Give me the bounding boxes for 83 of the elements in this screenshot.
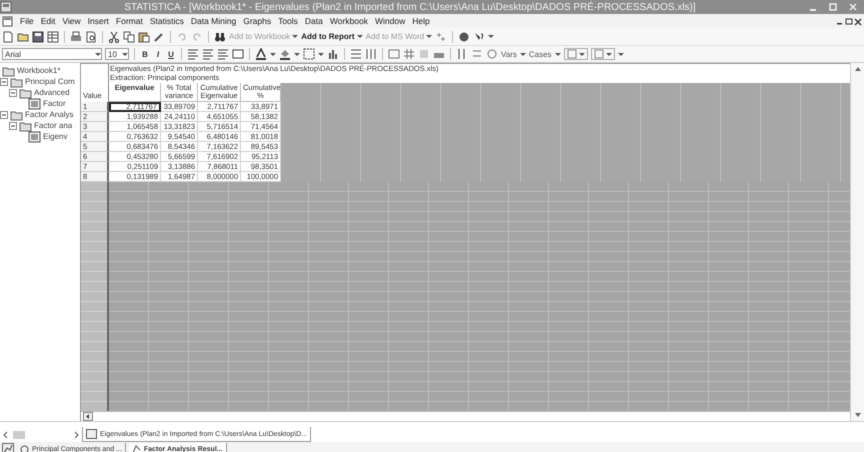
scroll-left-icon[interactable] [83, 412, 93, 421]
menu-item[interactable]: Edit [40, 16, 56, 26]
folder-icon[interactable] [19, 120, 32, 132]
menu-item[interactable]: View [62, 16, 81, 26]
collapse-icon[interactable] [9, 88, 17, 96]
chart-icon[interactable] [2, 443, 14, 452]
size-field[interactable]: 10 [105, 48, 129, 60]
cases-button[interactable]: Cases [528, 50, 552, 58]
border-icon[interactable] [303, 48, 315, 60]
caret-icon[interactable] [356, 34, 363, 39]
folder-icon[interactable] [10, 76, 23, 88]
menu-item[interactable]: Workbook [330, 16, 368, 26]
toolbar-button[interactable]: Add to Report [301, 32, 363, 41]
menu-item[interactable]: Format [116, 16, 143, 26]
menu-item[interactable]: Graphs [243, 16, 272, 26]
scroll-up-icon[interactable] [854, 65, 862, 73]
window-title: STATISTICA - [Workbook1* - Eigenvalues (Plan2 in Imported from C:\Users\Ana Lu\Desktop\DADOS PRÉ-PROCESSADOS.xls)] [123, 2, 697, 12]
close-icon[interactable] [854, 16, 862, 26]
menu-item[interactable]: Statistics [150, 16, 184, 26]
new-document-icon[interactable] [2, 30, 14, 42]
tree-item[interactable]: Factor [43, 99, 66, 108]
open-folder-icon[interactable] [17, 30, 29, 42]
dropdown-icon[interactable] [122, 52, 128, 56]
style-button[interactable]: U [166, 50, 176, 58]
dropdown-icon[interactable] [606, 52, 612, 56]
tree-item[interactable]: Principal Com [25, 77, 75, 86]
chart-icon[interactable] [327, 48, 339, 60]
tree-item[interactable]: Eigenv [43, 132, 68, 141]
menu-item[interactable]: Tools [278, 16, 298, 26]
folder-icon[interactable] [10, 108, 23, 120]
style-button[interactable]: B [140, 50, 150, 58]
scroll-left-icon[interactable] [2, 430, 9, 438]
collapse-icon[interactable] [9, 122, 17, 130]
more-icon[interactable] [488, 34, 494, 39]
menu-item[interactable]: Insert [88, 16, 109, 26]
style-button[interactable]: I [153, 50, 163, 58]
dropdown-field[interactable] [564, 48, 588, 60]
binoculars-icon[interactable] [214, 30, 226, 42]
fill-color-icon[interactable] [279, 48, 291, 60]
more-icon[interactable] [618, 52, 624, 56]
font-field[interactable]: Arial [2, 48, 102, 60]
dropdown-icon[interactable] [95, 52, 101, 56]
grid-icon[interactable] [403, 48, 415, 60]
print-preview-icon[interactable] [85, 30, 97, 42]
menu-item[interactable]: Help [412, 16, 430, 26]
menu-item[interactable]: File [20, 16, 34, 26]
menu-item[interactable]: Window [375, 16, 406, 26]
tree-item[interactable]: Factor Analys [25, 110, 74, 119]
menu-item[interactable]: Data [304, 16, 323, 26]
folder-icon[interactable] [19, 86, 32, 98]
scroll-right-icon[interactable] [73, 430, 80, 438]
app-icon[interactable] [0, 1, 12, 13]
caret-icon[interactable] [294, 52, 300, 56]
spreadsheet-icon[interactable] [47, 30, 59, 42]
caret-icon[interactable] [270, 52, 276, 56]
font-color-icon[interactable] [255, 48, 267, 60]
help-icon[interactable] [473, 30, 486, 42]
vars-button[interactable]: Vars [501, 50, 517, 58]
dropdown-icon[interactable] [578, 52, 585, 56]
document-icon[interactable] [2, 16, 13, 26]
sheet-icon[interactable] [28, 130, 41, 142]
cut-icon[interactable] [108, 30, 120, 42]
align-left-icon[interactable] [187, 48, 199, 60]
align-center-icon[interactable] [202, 48, 214, 60]
save-icon[interactable] [32, 30, 44, 42]
caret-icon[interactable] [520, 52, 526, 56]
sheet-icon[interactable] [86, 429, 97, 439]
dropdown-field[interactable] [590, 48, 615, 60]
caret-icon[interactable] [318, 52, 324, 56]
align-right-icon[interactable] [217, 48, 229, 60]
scroll-thumb[interactable] [13, 430, 25, 438]
tree-item[interactable]: Factor ana [34, 121, 72, 130]
collapse-icon[interactable] [0, 78, 8, 86]
sheet-icon[interactable] [28, 98, 41, 110]
tree-item[interactable]: Workbook1* [17, 66, 60, 75]
scroll-down-icon[interactable] [854, 411, 862, 419]
collapse-icon[interactable] [0, 110, 8, 118]
tree-item[interactable]: Advanced [34, 88, 70, 97]
paste-icon[interactable] [138, 30, 150, 42]
menu-item[interactable]: Data Mining [190, 16, 236, 26]
copy-icon[interactable] [123, 30, 135, 42]
caret-icon[interactable] [554, 52, 561, 56]
table-icon[interactable] [388, 48, 400, 60]
